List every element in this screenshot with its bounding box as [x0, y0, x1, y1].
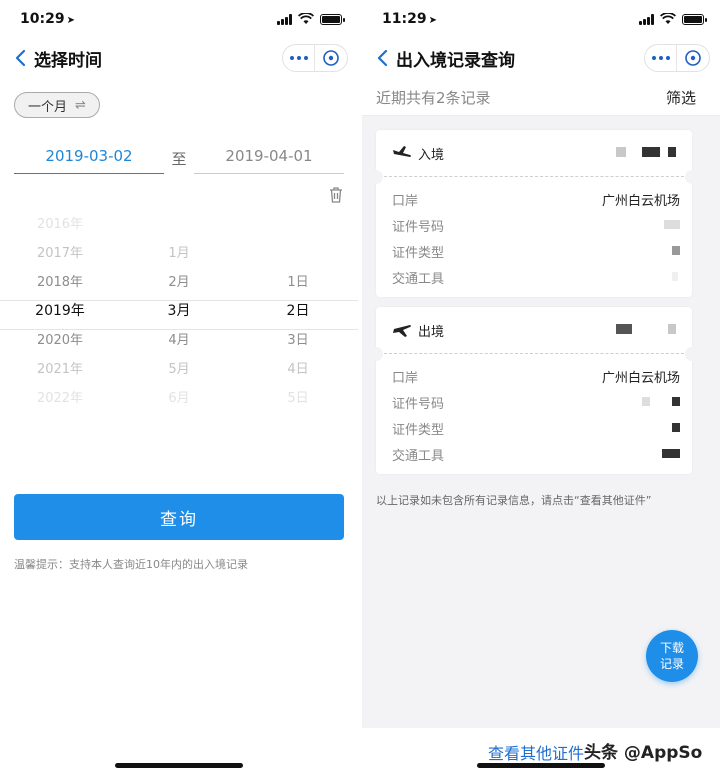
field-transport: 交通工具 [376, 263, 692, 289]
nav-bar: 选择时间 [0, 40, 358, 76]
query-button[interactable]: 查询 [14, 494, 344, 540]
home-indicator [115, 763, 243, 768]
status-bar: 11:29 ➤ [362, 0, 720, 40]
back-chevron-icon[interactable] [376, 48, 390, 68]
picker-month-column[interactable]: 1月 2月 3月 4月 5月 6月 [119, 210, 239, 413]
picker-option[interactable]: 2月 [119, 268, 239, 297]
left-screen-select-time: 10:29 ➤ 选择时间 一个月 ⇌ 2019-03-02 至 2019-04-0… [0, 0, 358, 776]
picker-option[interactable]: 2022年 [0, 384, 120, 413]
more-dots-icon[interactable] [283, 45, 316, 71]
battery-icon [320, 13, 345, 25]
picker-option[interactable] [238, 239, 358, 268]
picker-option[interactable]: 2016年 [0, 210, 120, 239]
download-records-button[interactable]: 下载 记录 [646, 630, 698, 682]
record-card-entry[interactable]: 入境 口岸 广州白云机场 证件号码 证件类型 交通工具 [369, 130, 699, 297]
picker-option[interactable]: 2018年 [0, 268, 120, 297]
date-picker-wheel[interactable]: 2016年 2017年 2018年 2019年 2020年 2021年 2022年 1月 2月… [0, 210, 358, 420]
field-id-number: 证件号码 [376, 211, 692, 237]
picker-option[interactable]: 5日 [238, 384, 358, 413]
picker-option[interactable]: 3月 [119, 297, 239, 326]
view-other-documents-link[interactable]: 查看其他证件 [488, 740, 584, 764]
status-bar: 10:29 ➤ [0, 0, 358, 40]
trash-icon[interactable] [328, 186, 344, 204]
picker-option[interactable]: 2017年 [0, 239, 120, 268]
picker-option[interactable]: 4月 [119, 326, 239, 355]
field-port: 口岸 广州白云机场 [392, 194, 680, 209]
status-time: 11:29 ➤ [382, 11, 437, 27]
picker-option[interactable] [238, 210, 358, 239]
records-note: 以上记录如未包含所有记录信息，请点击“查看其他证件” [376, 494, 652, 507]
picker-option[interactable]: 1月 [119, 239, 239, 268]
wifi-icon [298, 13, 314, 24]
location-icon: ➤ [66, 15, 75, 26]
home-indicator [477, 763, 605, 768]
battery-icon [682, 13, 707, 25]
picker-option[interactable]: 2021年 [0, 355, 120, 384]
signal-icon [639, 13, 654, 25]
close-circle-icon[interactable] [677, 45, 709, 71]
close-circle-icon[interactable] [315, 45, 347, 71]
picker-option[interactable]: 1日 [238, 268, 358, 297]
period-selector[interactable]: 一个月 ⇌ [14, 92, 100, 118]
page-title: 选择时间 [34, 51, 102, 71]
record-direction: 入境 [418, 148, 445, 163]
swap-icon: ⇌ [75, 97, 86, 113]
more-dots-icon[interactable] [645, 45, 678, 71]
picker-year-column[interactable]: 2016年 2017年 2018年 2019年 2020年 2021年 2022年 [0, 210, 120, 413]
picker-option[interactable]: 5月 [119, 355, 239, 384]
picker-option[interactable]: 2日 [238, 297, 358, 326]
records-summary-bar: 近期共有2条记录 筛选 [362, 76, 720, 116]
tip-text: 温馨提示：支持本人查询近10年内的出入境记录 [14, 558, 248, 571]
picker-option[interactable]: 3日 [238, 326, 358, 355]
record-card-exit[interactable]: 出境 口岸 广州白云机场 证件号码 证件类型 交通工具 [369, 307, 699, 474]
picker-option[interactable] [119, 210, 239, 239]
period-label: 一个月 [28, 99, 68, 115]
picker-option[interactable]: 2019年 [0, 297, 120, 326]
field-id-type: 证件类型 [376, 414, 692, 440]
miniapp-capsule [644, 44, 710, 72]
start-date-field[interactable]: 2019-03-02 [14, 140, 164, 174]
plane-arrival-icon [393, 146, 411, 157]
field-id-type: 证件类型 [376, 237, 692, 263]
field-transport: 交通工具 [376, 440, 692, 466]
filter-button[interactable]: 筛选 [666, 87, 696, 108]
end-date-field[interactable]: 2019-04-01 [194, 140, 344, 174]
right-screen-records: 11:29 ➤ 出入境记录查询 近期共有2条记录 筛选 入境 口岸 广州白云机场… [362, 0, 720, 776]
range-separator: 至 [171, 150, 187, 168]
watermark: 头条 @AppSo [584, 743, 703, 763]
record-direction: 出境 [418, 325, 445, 340]
page-title: 出入境记录查询 [396, 51, 515, 71]
status-time: 10:29 ➤ [20, 11, 75, 27]
field-id-number: 证件号码 [376, 388, 692, 414]
field-port: 口岸 广州白云机场 [392, 371, 680, 386]
picker-option[interactable]: 2020年 [0, 326, 120, 355]
back-chevron-icon[interactable] [14, 48, 28, 68]
location-icon: ➤ [428, 15, 437, 26]
picker-option[interactable]: 4日 [238, 355, 358, 384]
record-count: 近期共有2条记录 [376, 89, 491, 107]
nav-bar: 出入境记录查询 [362, 40, 720, 76]
plane-departure-icon [393, 325, 411, 337]
miniapp-capsule [282, 44, 348, 72]
picker-day-column[interactable]: 1日 2日 3日 4日 5日 [238, 210, 358, 413]
picker-option[interactable]: 6月 [119, 384, 239, 413]
wifi-icon [660, 13, 676, 24]
signal-icon [277, 13, 292, 25]
